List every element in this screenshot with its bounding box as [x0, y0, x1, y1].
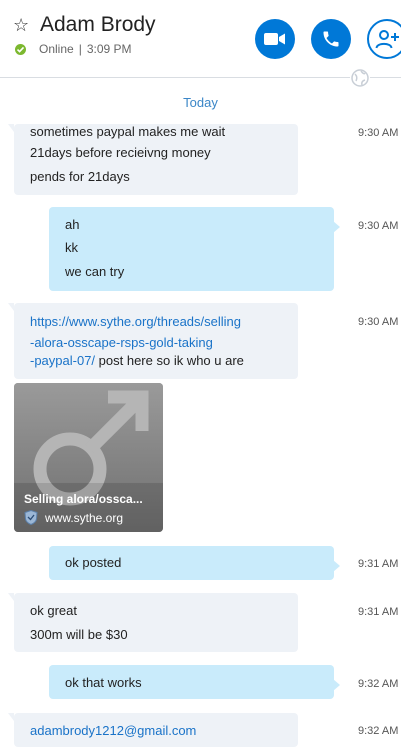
- link-preview-title: Selling alora/ossca...: [24, 492, 143, 506]
- day-separator: Today: [183, 95, 218, 110]
- message-bubble-incoming[interactable]: ok great 300m will be $30: [8, 593, 298, 652]
- status-separator: |: [78, 42, 82, 56]
- globe-icon: [350, 68, 370, 88]
- message-link[interactable]: https://www.sythe.org/threads/selling: [30, 314, 241, 330]
- message-link[interactable]: -paypal-07/: [30, 353, 95, 368]
- message-timestamp: 9:32 AM: [358, 678, 399, 690]
- message-text: ah: [65, 217, 80, 232]
- message-bubble-incoming[interactable]: https://www.sythe.org/threads/selling -a…: [8, 303, 298, 379]
- message-text: post here so ik who u are: [95, 353, 244, 368]
- link-preview-site: www.sythe.org: [45, 511, 124, 525]
- message-timestamp: 9:30 AM: [358, 220, 399, 232]
- message-text: we can try: [65, 264, 125, 279]
- shield-icon: [24, 510, 38, 525]
- message-timestamp: 9:31 AM: [358, 558, 399, 570]
- message-timestamp: 9:32 AM: [358, 725, 399, 737]
- audio-call-icon: [323, 31, 339, 47]
- add-person-icon: [375, 30, 399, 49]
- message-text: ok that works: [65, 675, 142, 690]
- video-call-icon: [264, 33, 285, 45]
- link-preview-card[interactable]: Selling alora/ossca... www.sythe.org: [14, 383, 163, 532]
- chat-header: ☆ Adam Brody Online | 3:09 PM: [0, 0, 401, 78]
- contact-name[interactable]: Adam Brody: [40, 13, 156, 37]
- audio-call-button[interactable]: [311, 19, 351, 59]
- message-email-link[interactable]: adambrody1212@gmail.com: [30, 723, 196, 739]
- message-text: 21days before recieivng money: [30, 145, 211, 160]
- message-text: kk: [65, 240, 78, 255]
- message-text: sometimes paypal makes me wait: [30, 124, 226, 139]
- message-text: 300m will be $30: [30, 627, 128, 642]
- message-bubble-incoming[interactable]: sometimes paypal makes me wait 21days be…: [8, 124, 298, 195]
- status-time: 3:09 PM: [86, 42, 132, 56]
- message-timestamp: 9:30 AM: [358, 127, 399, 139]
- message-bubble-outgoing[interactable]: ok that works: [49, 665, 340, 699]
- message-link[interactable]: -alora-osscape-rsps-gold-taking: [30, 335, 213, 351]
- online-status-icon: [15, 44, 26, 55]
- message-text: pends for 21days: [30, 169, 130, 184]
- header-divider: [0, 77, 401, 78]
- star-icon[interactable]: ☆: [13, 15, 29, 35]
- message-timestamp: 9:30 AM: [358, 316, 399, 328]
- message-bubble-outgoing[interactable]: ah kk we can try: [49, 207, 340, 291]
- status-text: Online: [39, 42, 74, 56]
- message-text: ok great: [30, 603, 77, 618]
- video-call-button[interactable]: [255, 19, 295, 59]
- message-bubble-outgoing[interactable]: ok posted: [49, 546, 340, 580]
- message-bubble-incoming[interactable]: adambrody1212@gmail.com: [8, 713, 298, 747]
- message-text: ok posted: [65, 555, 122, 570]
- add-person-button[interactable]: [367, 19, 401, 59]
- status-line: Online | 3:09 PM: [39, 42, 132, 56]
- message-timestamp: 9:31 AM: [358, 606, 399, 618]
